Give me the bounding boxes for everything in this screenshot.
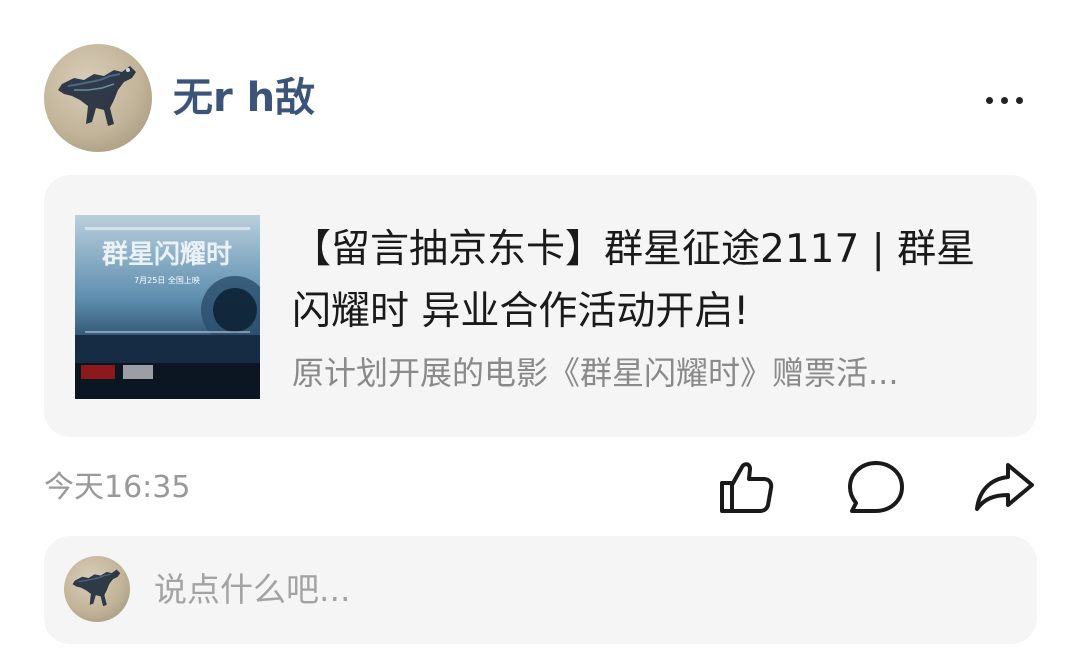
user-avatar[interactable] (44, 44, 152, 152)
comment-placeholder: 说点什么吧... (154, 570, 351, 609)
like-button[interactable] (714, 455, 778, 519)
poster-date: 7月25日 全国上映 (134, 275, 200, 285)
article-description: 原计划开展的电影《群星闪耀时》赠票活... (292, 354, 899, 392)
article-title: 【留言抽京东卡】群星征途2117 | 群星闪耀时 异业合作活动开启! (292, 227, 976, 334)
more-dots-icon (1015, 96, 1023, 104)
more-options-button[interactable] (976, 80, 1032, 120)
comment-button[interactable] (844, 455, 908, 519)
comment-input-bar[interactable]: 说点什么吧... (44, 536, 1037, 644)
thumbs-up-icon (720, 462, 774, 513)
dinosaur-avatar-icon (58, 66, 136, 126)
shared-article-card[interactable]: 群星闪耀时 7月25日 全国上映 【留言抽京东卡】群星征途2117 | 群星闪耀… (44, 175, 1037, 437)
movie-poster-image: 群星闪耀时 7月25日 全国上映 (75, 215, 260, 399)
article-thumbnail: 群星闪耀时 7月25日 全国上映 (75, 215, 260, 399)
dinosaur-avatar-icon (72, 569, 121, 607)
poster-title: 群星闪耀时 (101, 240, 232, 270)
comment-bubble-icon (848, 461, 904, 513)
post-timestamp: 今天16:35 (44, 470, 191, 505)
post-container: 无r h敌 群星闪耀时 7月25日 全国上映 【留言抽京东卡】群星征途2117 … (0, 0, 1080, 668)
current-user-avatar (64, 556, 130, 622)
share-button[interactable] (972, 455, 1036, 519)
share-arrow-icon (975, 463, 1034, 511)
more-dots-icon (985, 96, 993, 104)
username[interactable]: 无r h敌 (173, 70, 315, 126)
more-dots-icon (1000, 96, 1008, 104)
